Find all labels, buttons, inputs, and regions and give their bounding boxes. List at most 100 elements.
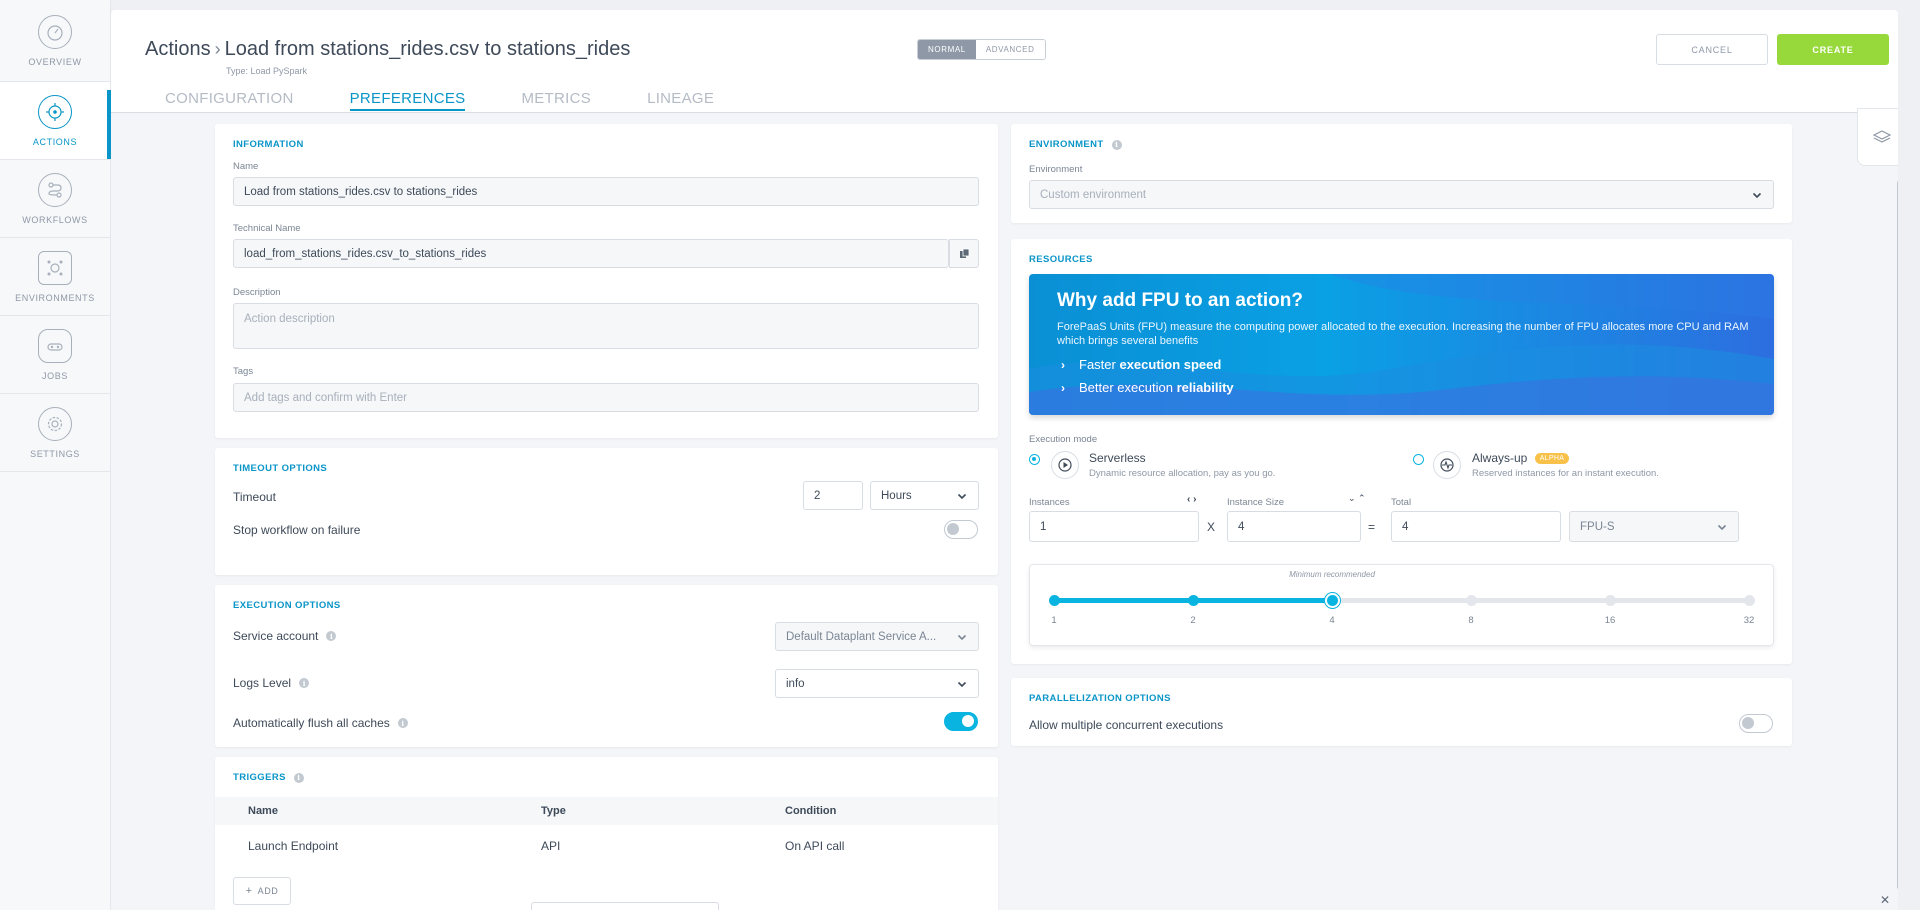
- always-up-radio[interactable]: [1413, 454, 1424, 465]
- name-label: Name: [233, 161, 259, 172]
- trigger-type-cell: API: [541, 839, 561, 853]
- sidebar-item-environments[interactable]: ENVIRONMENTS: [0, 238, 110, 316]
- sidebar-item-workflows[interactable]: WORKFLOWS: [0, 160, 110, 238]
- tags-input[interactable]: Add tags and confirm with Enter: [233, 383, 979, 412]
- layers-panel-toggle[interactable]: [1857, 108, 1898, 166]
- logs-level-value: info: [786, 677, 805, 690]
- close-icon[interactable]: ✕: [1880, 893, 1890, 907]
- logs-level-select[interactable]: info: [775, 669, 979, 698]
- info-icon[interactable]: i: [1111, 139, 1122, 150]
- sidebar-item-label: OVERVIEW: [28, 56, 82, 67]
- benefit-speed: › Faster execution speed: [1061, 357, 1221, 372]
- chevron-up-down-icon[interactable]: ⌄ ⌃: [1348, 493, 1366, 504]
- expand-arrows-icon[interactable]: ‹ ›: [1187, 494, 1196, 505]
- slider-tick-label: 4: [1329, 615, 1335, 626]
- fpu-slider-handle[interactable]: [1325, 593, 1340, 608]
- mode-toggle: NORMAL ADVANCED: [917, 39, 1046, 60]
- total-label: Total: [1391, 497, 1412, 508]
- slider-step-dot[interactable]: [1605, 595, 1616, 606]
- technical-name-field[interactable]: load_from_stations_rides.csv_to_stations…: [233, 239, 949, 268]
- flush-caches-label: Automatically flush all caches: [233, 716, 390, 730]
- always-up-row[interactable]: Always-up ALPHA: [1472, 451, 1570, 465]
- chevron-down-icon: [1752, 192, 1762, 199]
- mode-advanced-button[interactable]: ADVANCED: [975, 40, 1045, 59]
- info-icon[interactable]: i: [299, 678, 310, 688]
- info-icon[interactable]: i: [397, 718, 408, 728]
- service-account-row: Service account i: [233, 629, 337, 643]
- concurrent-executions-toggle[interactable]: [1739, 714, 1773, 733]
- sidebar-item-label: ACTIONS: [32, 136, 78, 147]
- chevron-right-icon: ›: [214, 39, 221, 59]
- tab-metrics[interactable]: METRICS: [521, 90, 591, 111]
- slider-step-dot[interactable]: [1049, 595, 1060, 606]
- triggers-title-text: TRIGGERS: [233, 772, 286, 783]
- sidebar-item-jobs[interactable]: JOBS: [0, 316, 110, 394]
- copy-button[interactable]: [949, 239, 979, 268]
- info-icon[interactable]: i: [293, 772, 304, 783]
- slider-tick-label: 1: [1051, 615, 1057, 626]
- serverless-name[interactable]: Serverless: [1089, 451, 1146, 465]
- fpu-slider-track[interactable]: [1049, 593, 1755, 608]
- sidebar-item-label: JOBS: [42, 370, 68, 381]
- add-trigger-button[interactable]: + ADD: [233, 877, 291, 905]
- environment-select[interactable]: Custom environment: [1029, 180, 1774, 209]
- slider-step-dot[interactable]: [1744, 595, 1755, 606]
- flush-caches-toggle[interactable]: [944, 712, 978, 731]
- chevron-down-icon: [957, 493, 967, 500]
- bottom-drawer-handle[interactable]: [531, 902, 719, 910]
- tab-lineage[interactable]: LINEAGE: [647, 90, 714, 111]
- tab-configuration[interactable]: CONFIGURATION: [165, 90, 294, 111]
- breadcrumb-root[interactable]: Actions: [145, 38, 211, 61]
- benefit-speed-bold: execution speed: [1119, 357, 1222, 372]
- instances-label: Instances: [1029, 497, 1070, 508]
- slider-tick-label: 32: [1743, 615, 1755, 626]
- slider-step-dot[interactable]: [1466, 595, 1477, 606]
- jobs-icon: [38, 328, 72, 363]
- tab-preferences[interactable]: PREFERENCES: [349, 90, 466, 111]
- logs-level-row: Logs Level i: [233, 676, 310, 690]
- resources-title: RESOURCES: [1029, 254, 1093, 265]
- scrollbar[interactable]: [1897, 180, 1898, 890]
- name-field[interactable]: Load from stations_rides.csv to stations…: [233, 177, 979, 206]
- always-up-name: Always-up: [1472, 451, 1528, 465]
- serverless-radio[interactable]: [1029, 454, 1040, 465]
- instances-field[interactable]: 1: [1029, 511, 1199, 542]
- create-button[interactable]: CREATE: [1777, 34, 1889, 65]
- service-account-select[interactable]: Default Dataplant Service A...: [775, 622, 979, 651]
- mode-normal-button[interactable]: NORMAL: [918, 40, 976, 59]
- sidebar-item-settings[interactable]: SETTINGS: [0, 394, 110, 472]
- total-field[interactable]: 4: [1391, 511, 1561, 542]
- environment-title: ENVIRONMENT i: [1029, 139, 1122, 150]
- gauge-icon: [38, 14, 72, 49]
- slider-tick-label: 8: [1468, 615, 1474, 626]
- fpu-unit-select[interactable]: FPU-S: [1569, 511, 1739, 542]
- play-icon: [1051, 451, 1079, 479]
- stop-workflow-toggle[interactable]: [944, 520, 978, 539]
- description-field[interactable]: Action description: [233, 303, 979, 349]
- table-row[interactable]: Launch Endpoint API On API call: [215, 829, 998, 863]
- cancel-button[interactable]: CANCEL: [1656, 34, 1768, 65]
- column-header-condition: Condition: [785, 805, 837, 817]
- header: Actions › Load from stations_rides.csv t…: [111, 10, 1898, 113]
- tab-bar: CONFIGURATION PREFERENCES METRICS LINEAG…: [165, 90, 770, 111]
- chevron-down-icon: [957, 634, 967, 641]
- breadcrumb: Actions › Load from stations_rides.csv t…: [145, 38, 630, 61]
- chevron-right-icon: ›: [1061, 357, 1065, 372]
- sidebar-item-overview[interactable]: OVERVIEW: [0, 0, 110, 82]
- info-icon[interactable]: i: [326, 631, 337, 641]
- service-account-value: Default Dataplant Service A...: [786, 630, 937, 643]
- triggers-card: TRIGGERS i Name Type Condition Launch En…: [215, 757, 998, 910]
- serverless-description: Dynamic resource allocation, pay as you …: [1089, 468, 1276, 479]
- stop-workflow-label: Stop workflow on failure: [233, 523, 361, 537]
- plus-icon: +: [245, 885, 253, 897]
- logs-level-label: Logs Level: [233, 676, 292, 690]
- sidebar-item-actions[interactable]: ACTIONS: [0, 82, 111, 160]
- layers-icon: [1872, 130, 1892, 143]
- slider-step-dot[interactable]: [1188, 595, 1199, 606]
- instance-size-field[interactable]: 4: [1227, 511, 1361, 542]
- timeout-unit-select[interactable]: Hours: [870, 481, 979, 510]
- chevron-right-icon: ›: [1061, 380, 1065, 395]
- tags-label: Tags: [233, 366, 254, 377]
- banner-description: ForePaaS Units (FPU) measure the computi…: [1057, 321, 1749, 347]
- timeout-value-field[interactable]: 2: [803, 481, 863, 510]
